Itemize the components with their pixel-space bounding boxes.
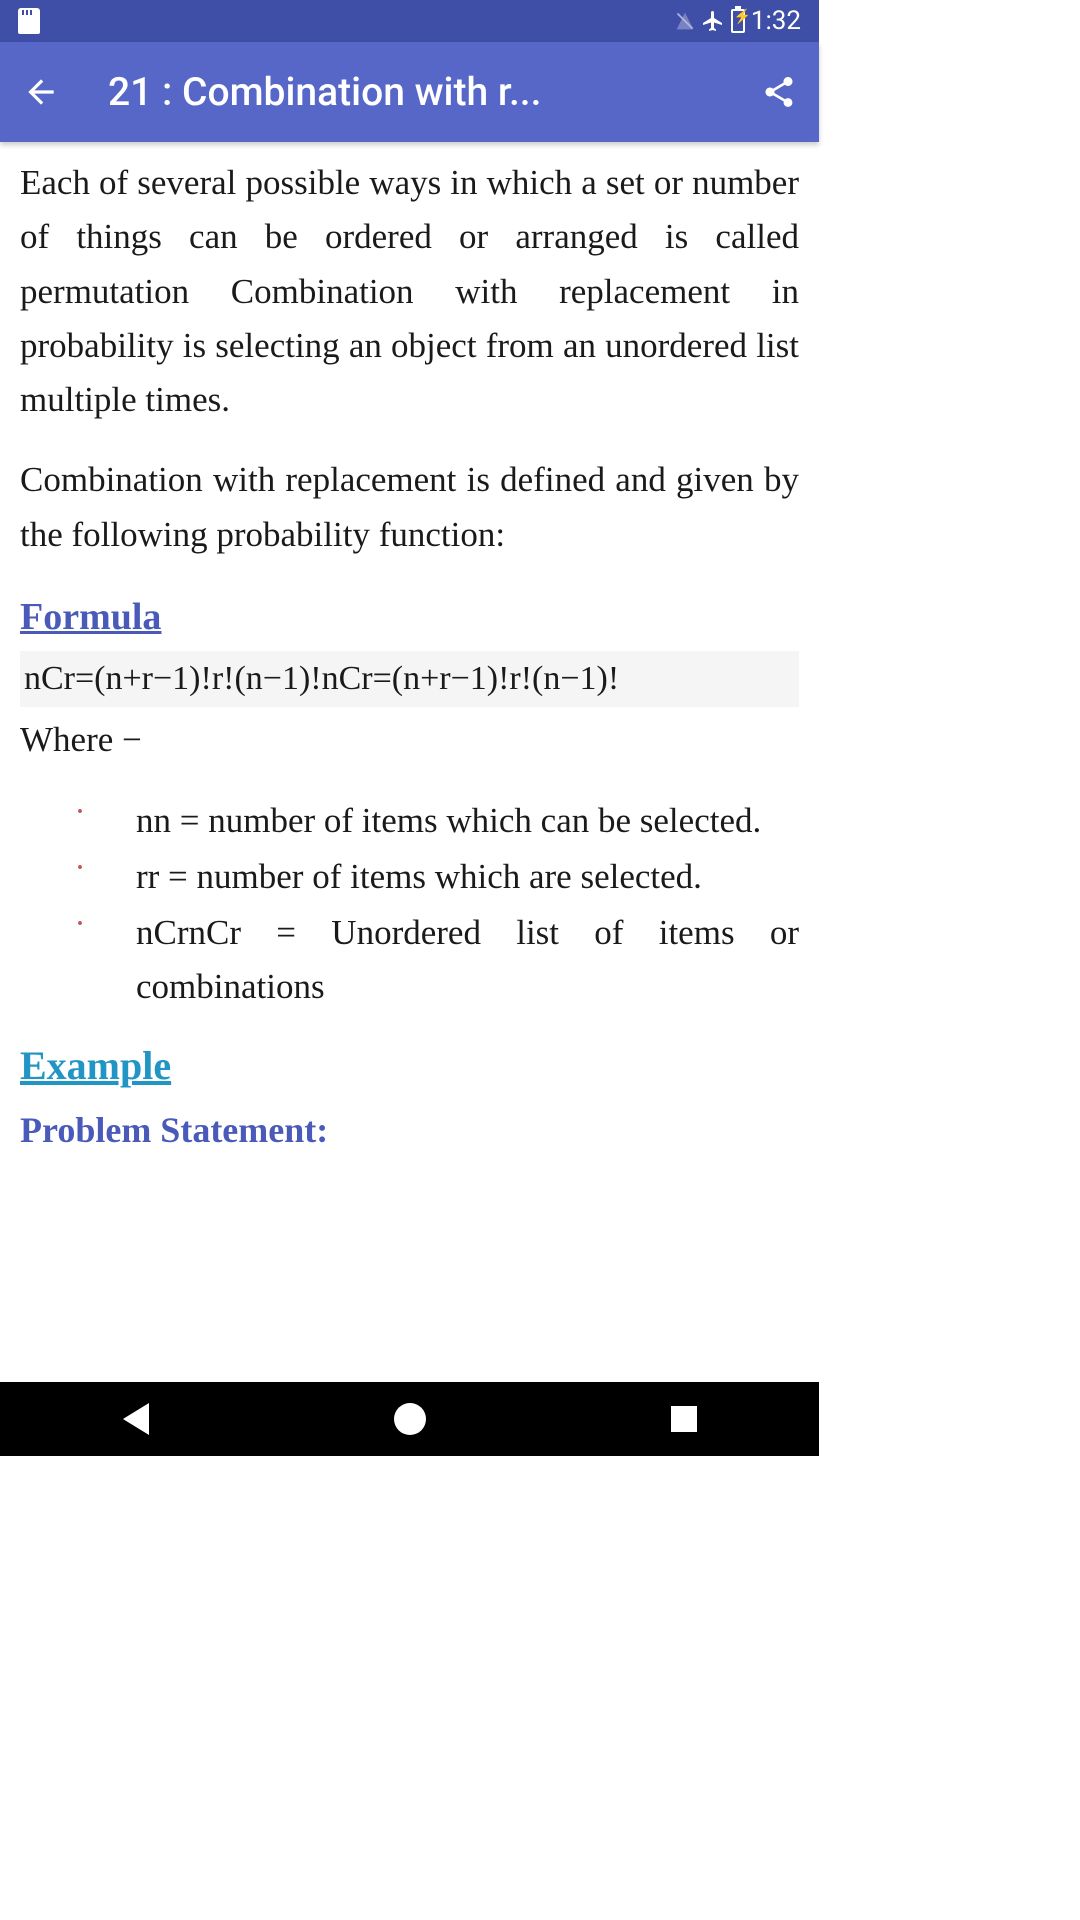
formula-heading: Formula — [20, 588, 799, 647]
battery-charging-icon — [731, 9, 745, 33]
content-scroll-area[interactable]: Each of several possible ways in which a… — [0, 142, 819, 1382]
nav-recent-button[interactable] — [671, 1406, 697, 1432]
list-item: nCrnCr = Unordered list of items or comb… — [76, 906, 799, 1015]
airplane-mode-icon — [701, 9, 725, 33]
problem-statement-heading: Problem Statement: — [20, 1103, 799, 1159]
example-heading: Example — [20, 1035, 799, 1097]
status-time: 1:32 — [751, 6, 801, 36]
sd-card-icon — [18, 8, 40, 34]
nav-home-button[interactable] — [394, 1403, 426, 1435]
status-left — [18, 8, 40, 34]
status-bar: 1:32 — [0, 0, 819, 42]
definition-list: nn = number of items which can be select… — [20, 794, 799, 1015]
nav-back-button[interactable] — [123, 1403, 149, 1435]
page-title: 21 : Combination with r... — [108, 69, 745, 115]
share-icon[interactable] — [761, 74, 797, 110]
list-item: nn = number of items which can be select… — [76, 794, 799, 848]
app-bar: 21 : Combination with r... — [0, 42, 819, 142]
content-body: Each of several possible ways in which a… — [0, 142, 819, 1172]
status-right: 1:32 — [675, 6, 801, 36]
list-item: rr = number of items which are selected. — [76, 850, 799, 904]
system-nav-bar — [0, 1382, 819, 1456]
paragraph-intro: Each of several possible ways in which a… — [20, 156, 799, 427]
where-label: Where − — [20, 713, 799, 767]
no-signal-icon — [675, 11, 695, 31]
formula-expression: nCr=(n+r−1)!r!(n−1)!nCr=(n+r−1)!r!(n−1)! — [20, 651, 799, 708]
paragraph-definition: Combination with replacement is defined … — [20, 453, 799, 562]
back-arrow-icon[interactable] — [22, 73, 60, 111]
